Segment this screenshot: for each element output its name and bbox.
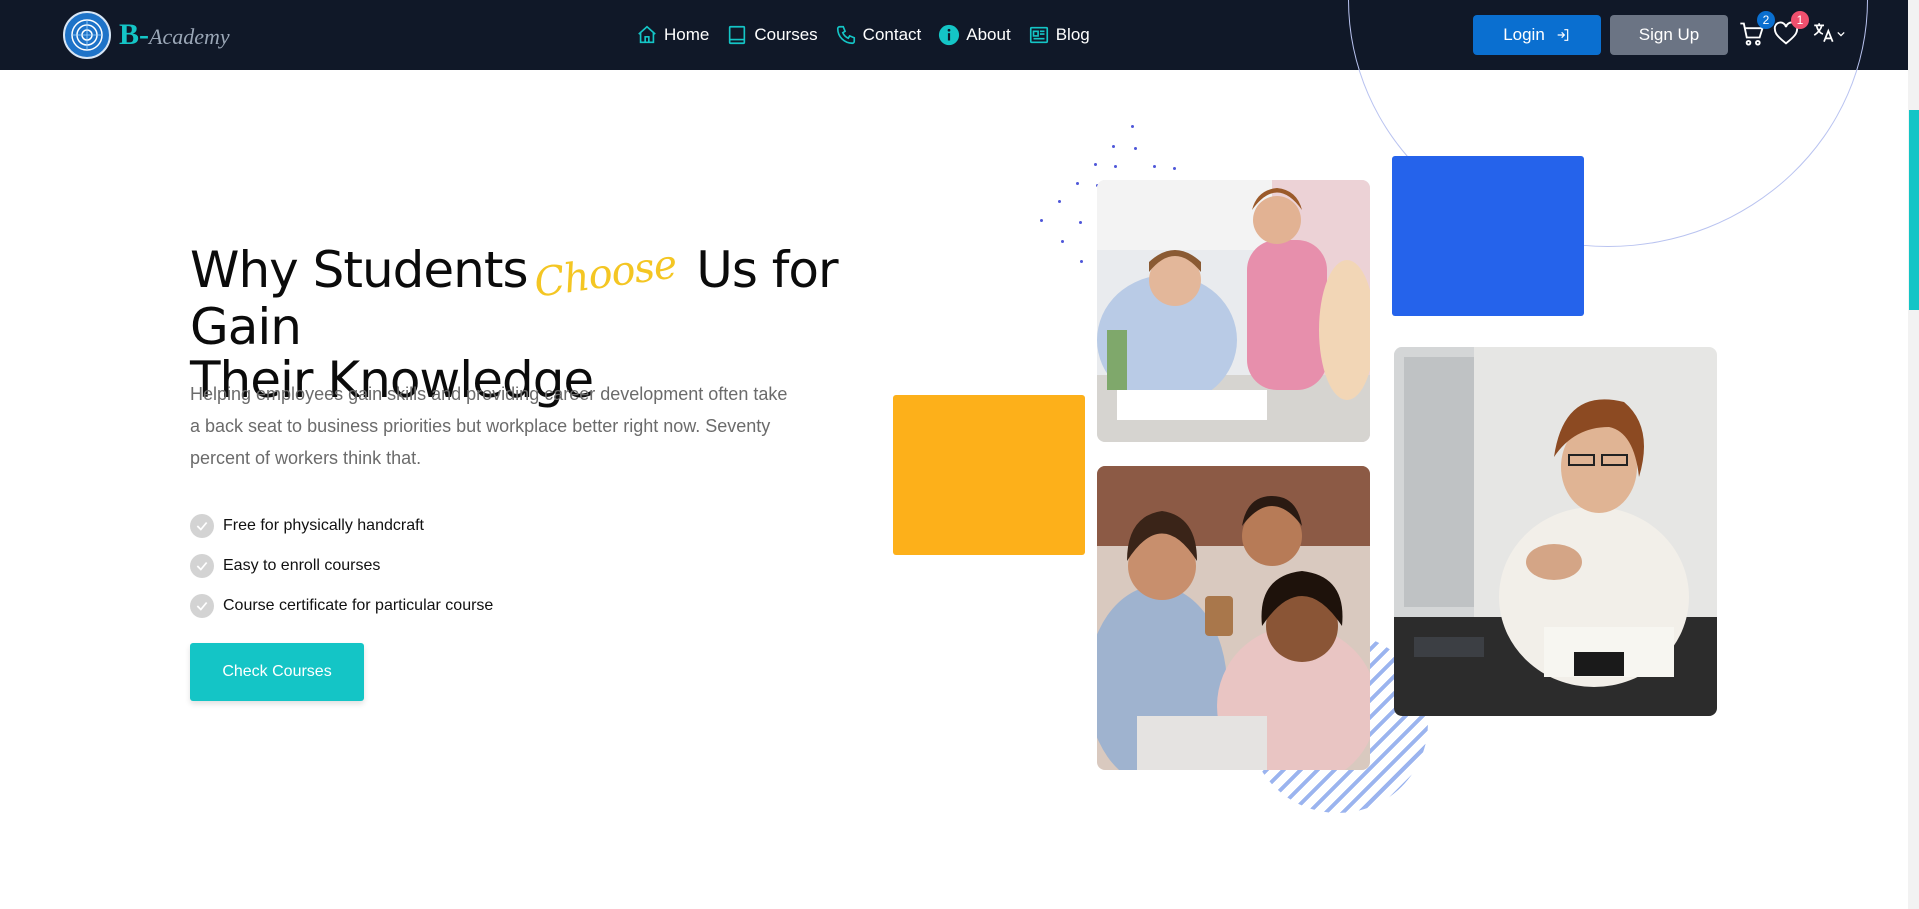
feature-item: Course certificate for particular course bbox=[190, 586, 493, 626]
brand-initial: B- bbox=[119, 18, 149, 51]
info-icon bbox=[939, 24, 960, 46]
dot bbox=[1134, 147, 1137, 150]
dot bbox=[1079, 221, 1082, 224]
feature-text: Easy to enroll courses bbox=[223, 557, 381, 574]
hero-description: Helping employees gain skills and provid… bbox=[190, 384, 788, 468]
photo-students-group bbox=[1097, 466, 1370, 770]
dot bbox=[1173, 167, 1176, 170]
nav-item-contact[interactable]: Contact bbox=[835, 24, 922, 46]
brand-wordmark: Academy bbox=[149, 24, 230, 49]
check-icon bbox=[190, 554, 214, 578]
photo-woman-at-desk bbox=[1394, 347, 1717, 716]
dot bbox=[1112, 145, 1115, 148]
nav-item-about[interactable]: About bbox=[938, 24, 1011, 46]
decorative-blue-block bbox=[1392, 156, 1584, 316]
nav-item-blog[interactable]: Blog bbox=[1028, 24, 1090, 46]
dot bbox=[1061, 240, 1064, 243]
check-courses-button[interactable]: Check Courses bbox=[190, 643, 364, 701]
nav-label-blog: Blog bbox=[1055, 25, 1090, 44]
dot bbox=[1080, 260, 1083, 263]
brand-name: B-Academy bbox=[119, 18, 230, 52]
brand-logo[interactable]: B-Academy bbox=[63, 11, 230, 59]
decorative-yellow-block bbox=[893, 395, 1085, 555]
nav-label-courses: Courses bbox=[754, 25, 818, 44]
dot bbox=[1076, 182, 1079, 185]
dot bbox=[1058, 200, 1061, 203]
hero-title-script: Choose bbox=[530, 241, 679, 307]
book-icon bbox=[729, 25, 746, 45]
nav-label-contact: Contact bbox=[862, 25, 922, 44]
nav-item-home[interactable]: Home bbox=[636, 24, 709, 46]
academy-logo-icon bbox=[63, 11, 111, 59]
dot bbox=[1114, 165, 1117, 168]
feature-text: Free for physically handcraft bbox=[223, 517, 424, 534]
nav-label-about: About bbox=[966, 25, 1011, 44]
dot bbox=[1153, 165, 1156, 168]
nav-label-home: Home bbox=[664, 25, 710, 44]
feature-list: Free for physically handcraft Easy to en… bbox=[190, 506, 493, 626]
feature-item: Free for physically handcraft bbox=[190, 506, 493, 546]
nav-item-courses[interactable]: Courses bbox=[726, 24, 818, 46]
check-icon bbox=[190, 594, 214, 618]
feature-text: Course certificate for particular course bbox=[223, 597, 494, 614]
feature-item: Easy to enroll courses bbox=[190, 546, 493, 586]
scrollbar-thumb[interactable] bbox=[1909, 110, 1919, 310]
dot bbox=[1131, 125, 1134, 128]
hero-title-part1: Why Students bbox=[190, 241, 528, 299]
dot bbox=[1094, 163, 1097, 166]
home-icon bbox=[638, 25, 656, 44]
photo-classroom-tutoring bbox=[1097, 180, 1370, 442]
main-nav: Home Courses Contact About Blog bbox=[636, 0, 1090, 70]
check-icon bbox=[190, 514, 214, 538]
blog-icon bbox=[1029, 26, 1048, 44]
phone-icon bbox=[836, 25, 855, 45]
dot bbox=[1040, 219, 1043, 222]
